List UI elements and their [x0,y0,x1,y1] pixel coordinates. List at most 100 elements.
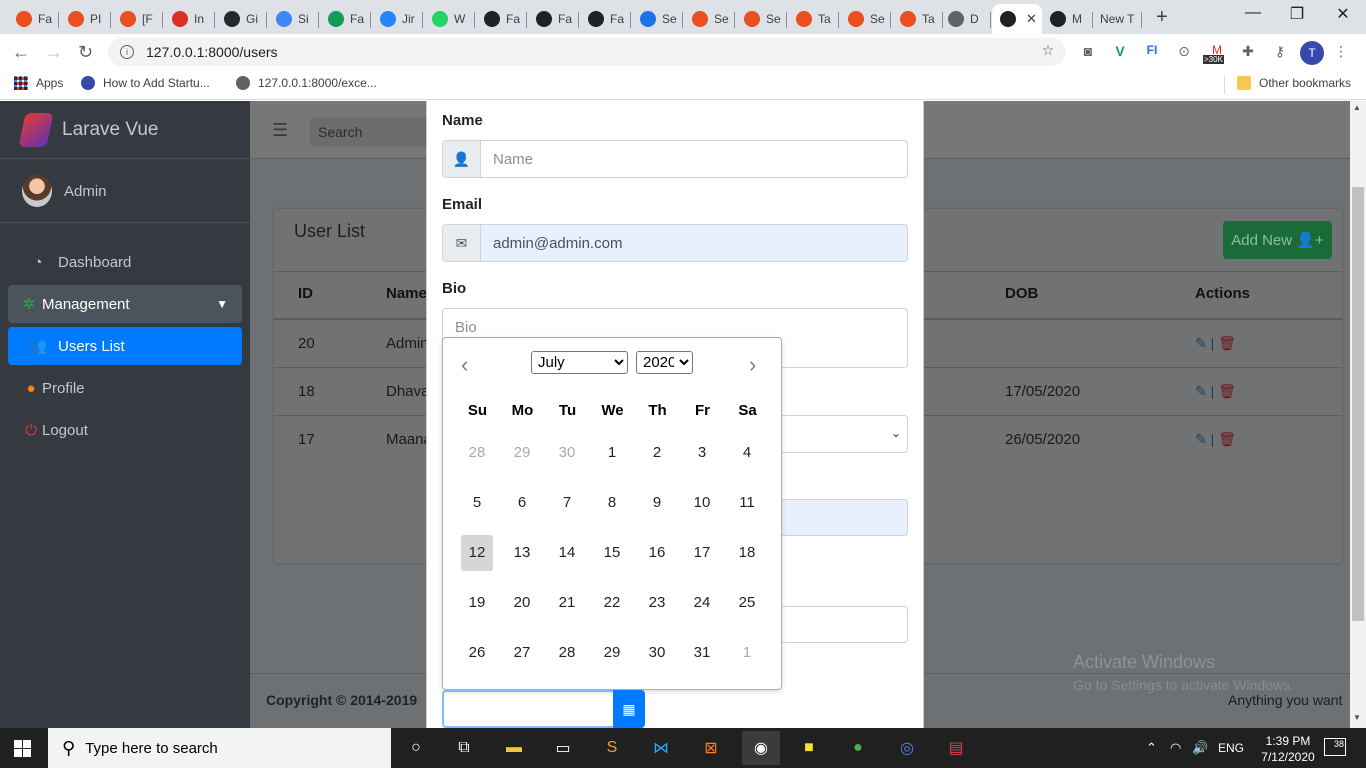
calendar-day[interactable]: 10 [686,485,718,521]
camera-icon[interactable]: ◙ [1079,43,1097,61]
windows-start-icon[interactable] [14,740,32,758]
browser-tab[interactable]: Se [632,4,683,34]
tray-chevron-icon[interactable]: ⌃ [1146,740,1157,756]
back-icon[interactable]: ← [12,42,30,63]
navbar-search-input[interactable]: Search [310,117,430,147]
hamburger-icon[interactable]: ☰ [272,120,288,141]
password-input[interactable] [780,499,908,536]
forward-icon[interactable]: → [45,42,63,63]
calendar-day[interactable]: 1 [731,635,763,671]
calendar-day[interactable]: 27 [506,635,538,671]
close-tab-icon[interactable]: ✕ [1026,11,1037,27]
calendar-day[interactable]: 4 [731,435,763,471]
task-view-icon[interactable]: ⧉ [450,734,478,762]
calendar-day[interactable]: 22 [596,585,628,621]
sidebar-item-profile[interactable]: ● Profile [8,369,242,407]
calendar-day[interactable]: 16 [641,535,673,571]
calendar-day[interactable]: 11 [731,485,763,521]
calendar-day[interactable]: 6 [506,485,538,521]
scroll-up-icon[interactable]: ▲ [1353,103,1361,112]
prev-month-icon[interactable]: ‹ [461,352,468,378]
clock[interactable]: 1:39 PM 7/12/2020 [1258,733,1318,765]
bookmark-star-icon[interactable]: ☆ [1039,42,1057,60]
browser-tab[interactable]: Ta [788,4,839,34]
trash-icon[interactable]: 🗑 [1218,431,1236,447]
browser-tab[interactable]: In [164,4,215,34]
browser-tab[interactable]: W [424,4,475,34]
browser-tab[interactable]: New T [1092,4,1142,34]
scrollbar-thumb[interactable] [1352,187,1364,621]
month-select[interactable]: JanuaryFebruaryMarchAprilMayJuneJulyAugu… [531,351,628,374]
browser-tab[interactable]: [F [112,4,163,34]
calendar-day[interactable]: 24 [686,585,718,621]
sidebar-item-users-list[interactable]: 👥 Users List [8,327,242,365]
browser-tab[interactable]: Fa [580,4,631,34]
new-tab-button[interactable]: + [1156,6,1168,29]
vscode-icon[interactable]: ⋈ [647,734,675,762]
browser-tab[interactable]: Gi [216,4,267,34]
vue-devtools-icon[interactable]: V [1111,43,1129,61]
calendar-icon[interactable]: ▦ [613,690,645,728]
browser-tab[interactable]: Fa [476,4,527,34]
volume-icon[interactable]: 🔊 [1192,740,1208,756]
profile-avatar[interactable]: T [1300,41,1324,65]
browser-tab[interactable]: M [1042,4,1093,34]
key-icon[interactable]: ⚷ [1271,43,1289,61]
bookmark-local[interactable]: 127.0.0.1:8000/exce... [236,76,377,90]
sticky-notes-icon[interactable]: ■ [795,734,823,762]
browser-tab[interactable]: Se [840,4,891,34]
trash-icon[interactable]: 🗑 [1218,383,1236,399]
browser-tab[interactable]: PI [60,4,111,34]
taskbar-search[interactable]: ⚲ Type here to search [48,728,391,768]
cortana-icon[interactable]: ○ [402,734,430,762]
trash-icon[interactable]: 🗑 [1218,335,1236,351]
calendar-day[interactable]: 9 [641,485,673,521]
add-new-button[interactable]: Add New 👤+ [1223,221,1332,259]
calendar-day[interactable]: 25 [731,585,763,621]
calendar-day[interactable]: 14 [551,535,583,571]
calendar-day[interactable]: 21 [551,585,583,621]
file-explorer-icon[interactable]: ▬ [500,734,528,762]
xampp-icon[interactable]: ⊠ [697,734,725,762]
edit-icon[interactable]: ✎ [1195,431,1207,447]
close-window-button[interactable]: ✕ [1320,4,1366,28]
calendar-day[interactable]: 19 [461,585,493,621]
bookmark-other[interactable]: Other bookmarks [1237,76,1351,90]
menu-icon[interactable]: ⋮ [1332,43,1350,61]
calendar-day[interactable]: 29 [596,635,628,671]
calendar-day[interactable]: 18 [731,535,763,571]
next-month-icon[interactable]: › [749,352,756,378]
address-bar[interactable]: i 127.0.0.1:8000/users [108,38,1066,66]
calendar-day[interactable]: 3 [686,435,718,471]
extension-fi-icon[interactable]: FI [1143,43,1161,61]
dob-input[interactable] [442,690,614,728]
mongodb-icon[interactable]: ● [844,734,872,762]
phone-input[interactable] [780,606,908,643]
edit-icon[interactable]: ✎ [1195,383,1207,399]
reload-icon[interactable]: ↻ [78,42,93,63]
user-name[interactable]: Admin [64,183,107,200]
calendar-day[interactable]: 17 [686,535,718,571]
winrar-icon[interactable]: ▤ [942,734,970,762]
calendar-day[interactable]: 12 [461,535,493,571]
sidebar-item-logout[interactable]: ⏻ Logout [8,411,242,449]
edit-icon[interactable]: ✎ [1195,335,1207,351]
calendar-day[interactable]: 2 [641,435,673,471]
sidebar-item-dashboard[interactable]: ◔ Dashboard [8,243,242,281]
gmail-extension-icon[interactable]: M >30K [1203,43,1231,64]
page-scrollbar[interactable]: ▲ ▼ [1350,101,1366,728]
calendar-day[interactable]: 29 [506,435,538,471]
extensions-icon[interactable]: ✚ [1239,43,1257,61]
calendar-day[interactable]: 8 [596,485,628,521]
calendar-day[interactable]: 28 [551,635,583,671]
calendar-day[interactable]: 5 [461,485,493,521]
browser-tab[interactable]: Fa [320,4,371,34]
bookmark-startup[interactable]: How to Add Startu... [81,76,210,90]
terminal-icon[interactable]: ▭ [549,734,577,762]
type-select[interactable]: ⌄ [780,415,908,453]
browser-tab[interactable]: Fa [528,4,579,34]
minimize-button[interactable]: — [1230,4,1276,28]
browser-tab[interactable]: Si [268,4,319,34]
maximize-button[interactable]: ❐ [1274,4,1320,28]
sidebar-item-management[interactable]: ✲ Management ▼ [8,285,242,323]
